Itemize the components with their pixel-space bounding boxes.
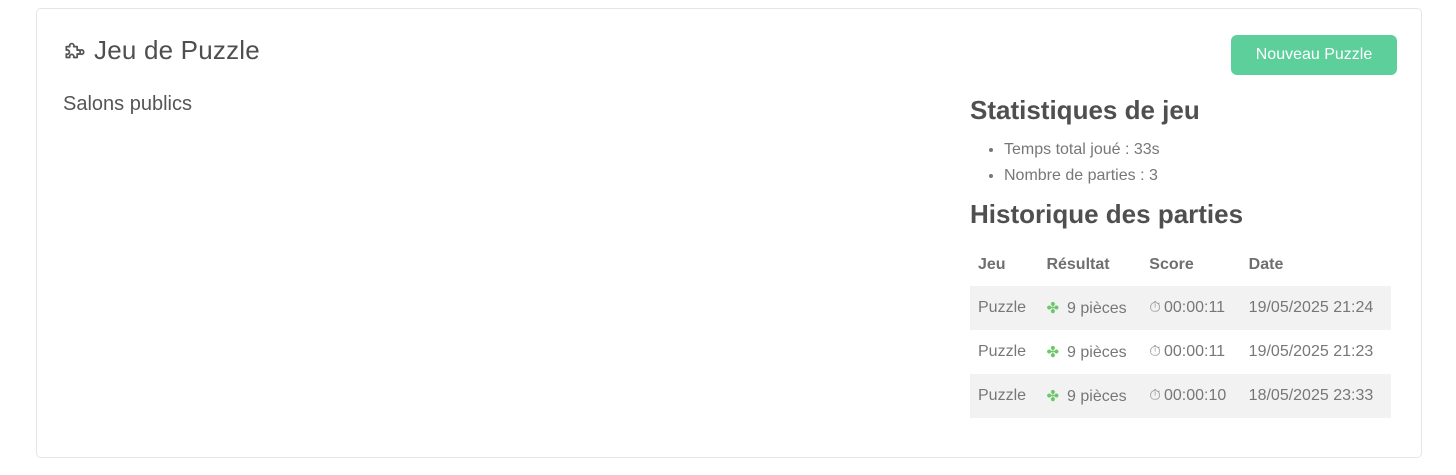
column-header-game: Jeu [978, 256, 1006, 273]
page-title-text: Jeu de Puzzle [94, 35, 260, 65]
cell-date: 18/05/2025 23:33 [1240, 374, 1391, 418]
cell-score: ⏱ 00:00:11 [1141, 330, 1240, 374]
stopwatch-icon: ⏱ [1149, 387, 1161, 404]
puzzle-card: Jeu de Puzzle Nouveau Puzzle Salons publ… [36, 8, 1422, 458]
result-text: 9 pièces [1067, 387, 1127, 405]
puzzle-piece-icon: ✤ [1046, 299, 1060, 317]
column-header-score: Score [1149, 256, 1194, 273]
table-row: Puzzle ✤ 9 pièces ⏱ 00:00:11 19/05/2025 21… [970, 286, 1391, 330]
history-heading: Historique des parties [970, 199, 1244, 229]
cell-game: Puzzle [970, 286, 1039, 330]
stats-panel: Statistiques de jeu Temps total joué : 3… [970, 93, 1400, 418]
cell-date: 19/05/2025 21:24 [1240, 286, 1391, 330]
puzzle-piece-icon: ✤ [1046, 343, 1060, 361]
history-table: Jeu Résultat Score Date Puzzle ✤ 9 pièces… [970, 244, 1391, 418]
history-header-row: Jeu Résultat Score Date [970, 244, 1391, 286]
cell-score: ⏱ 00:00:10 [1141, 374, 1241, 418]
stats-heading: Statistiques de jeu [970, 95, 1200, 125]
table-row: Puzzle ✤ 9 pièces ⏱ 00:00:11 19/05/2025 21… [970, 330, 1391, 374]
result-text: 9 pièces [1067, 343, 1127, 361]
stopwatch-icon: ⏱ [1149, 343, 1161, 360]
stats-list: Temps total joué : 33s Nombre de parties… [970, 137, 1400, 189]
stat-total-time: Temps total joué : 33s [1004, 137, 1400, 163]
page-title: Jeu de Puzzle [62, 35, 260, 66]
score-text: 00:00:11 [1163, 343, 1226, 360]
new-puzzle-button[interactable]: Nouveau Puzzle [1231, 35, 1397, 75]
cell-date: 19/05/2025 21:23 [1248, 343, 1374, 360]
column-header-date: Date [1248, 256, 1284, 273]
cell-result: ✤ 9 pièces [1038, 286, 1142, 330]
cell-result: ✤ 9 pièces [1038, 374, 1142, 418]
cell-score: ⏱ 00:00:11 [1141, 286, 1241, 330]
column-header-result: Résultat [1046, 256, 1110, 273]
cell-game: Puzzle [978, 343, 1027, 360]
result-text: 9 pièces [1067, 299, 1127, 317]
cell-result: ✤ 9 pièces [1038, 330, 1141, 374]
table-row: Puzzle ✤ 9 pièces ⏱ 00:00:10 18/05/2025 23… [970, 374, 1391, 418]
public-rooms-heading: Salons publics [63, 93, 192, 115]
score-text: 00:00:10 [1163, 387, 1227, 404]
stopwatch-icon: ⏱ [1149, 299, 1161, 316]
puzzle-piece-icon: ✤ [1046, 387, 1060, 405]
score-text: 00:00:11 [1163, 299, 1226, 316]
stat-game-count: Nombre de parties : 3 [1004, 163, 1400, 189]
cell-game: Puzzle [970, 374, 1039, 418]
puzzle-icon [62, 38, 88, 64]
